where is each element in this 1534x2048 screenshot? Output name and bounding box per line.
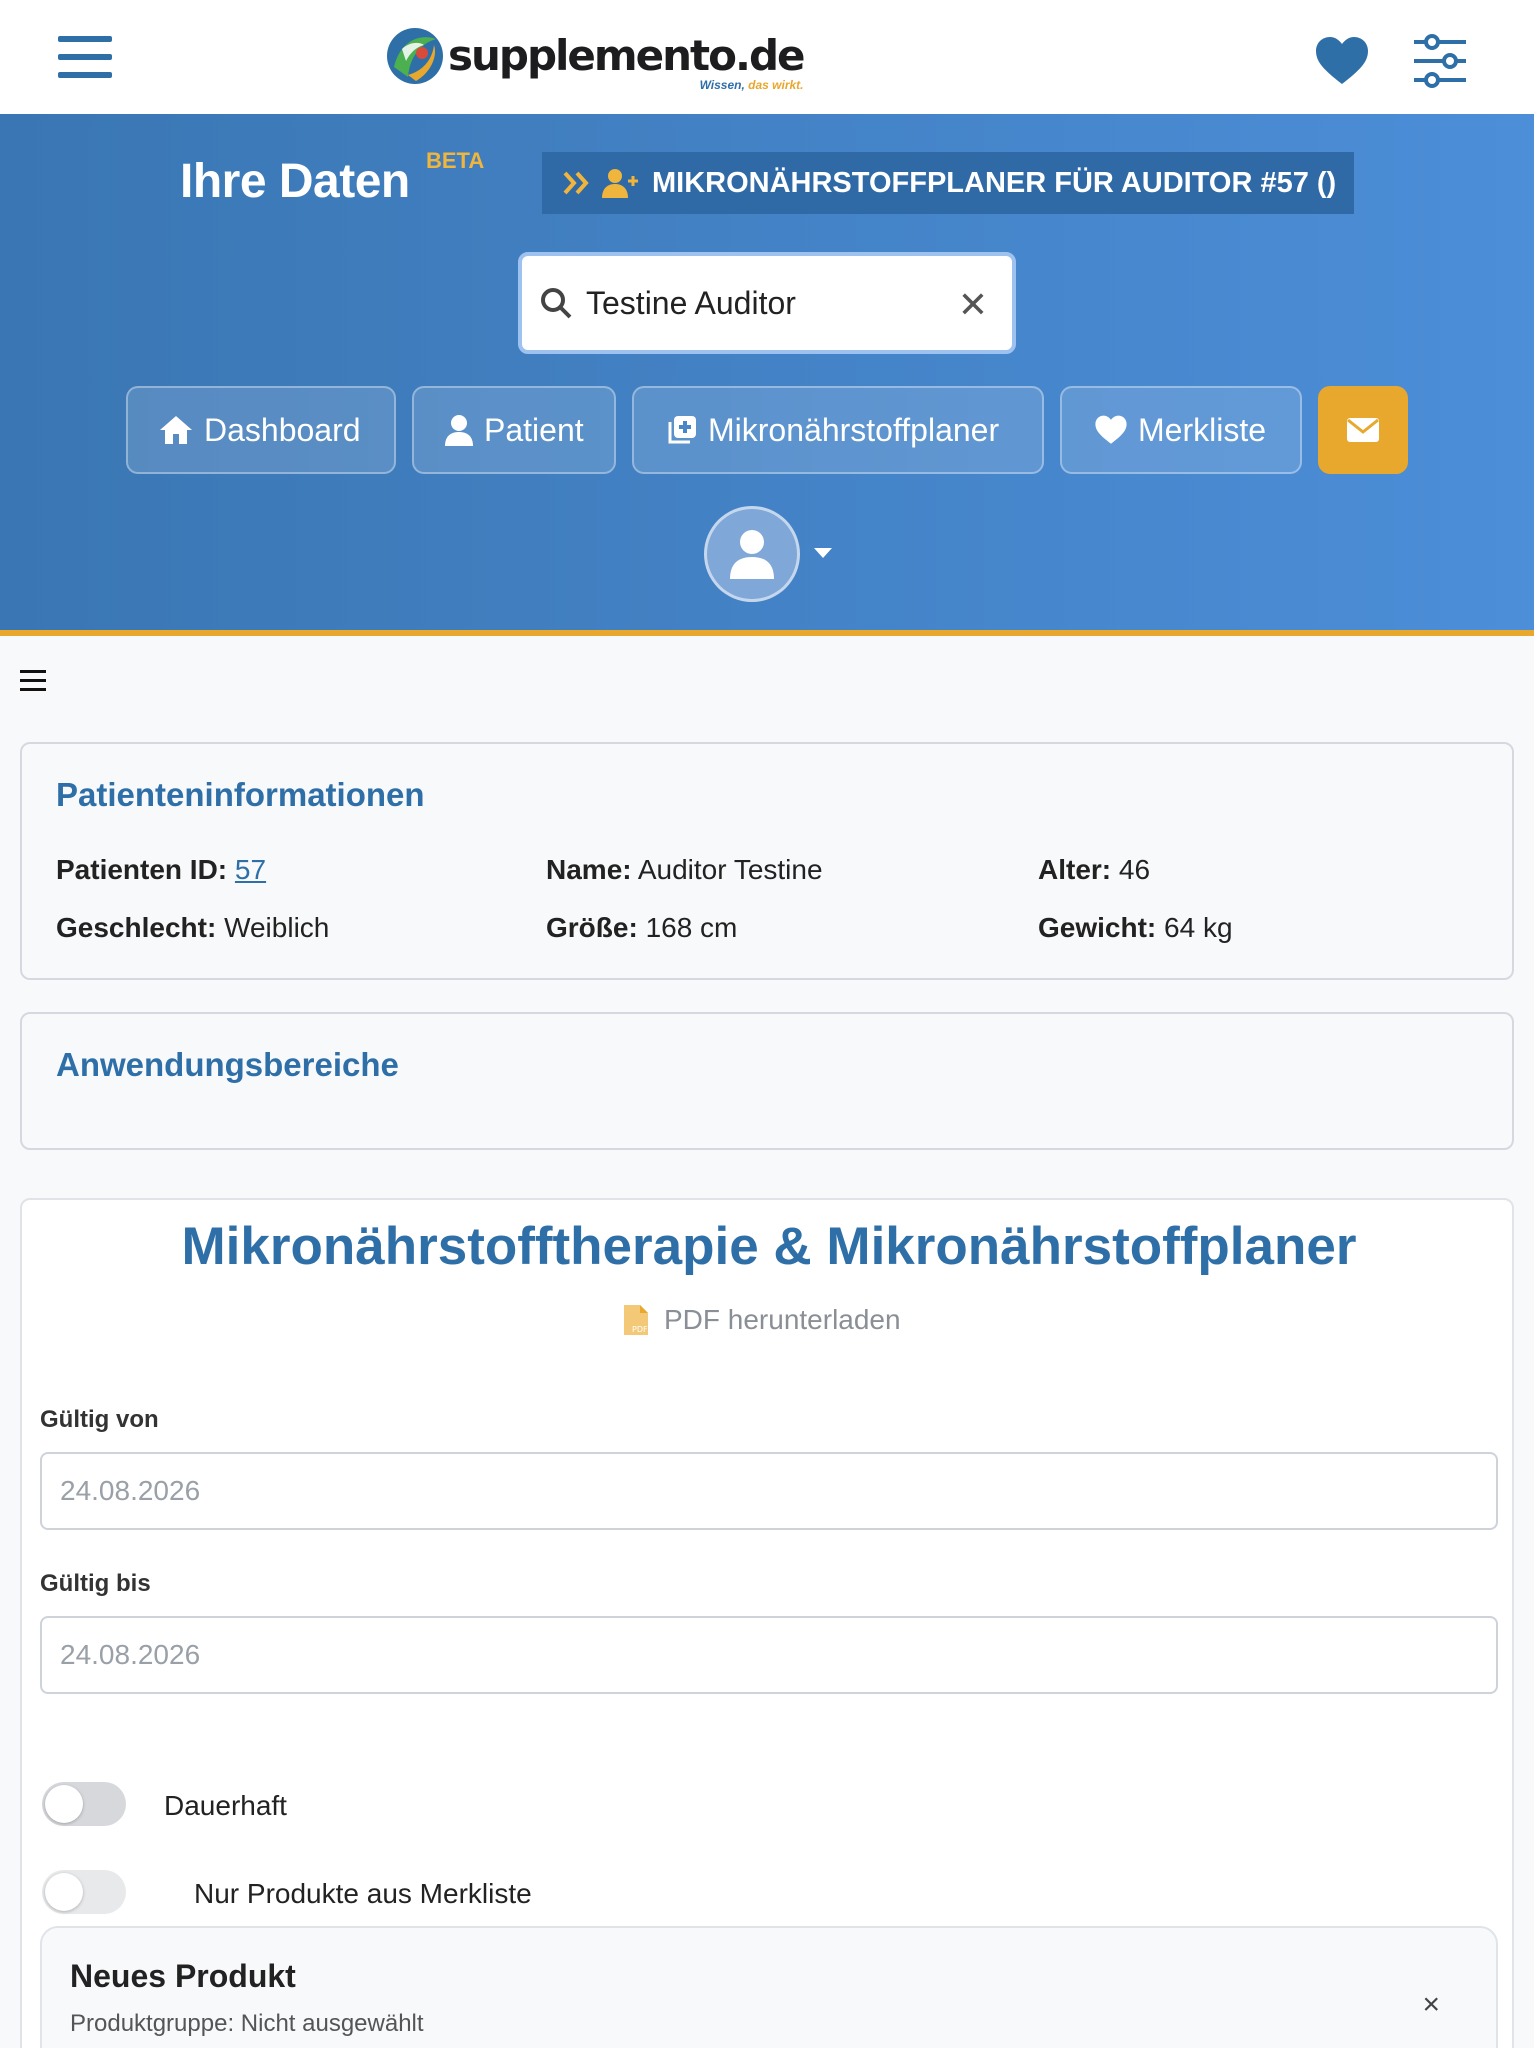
pdf-file-icon: PDF [624,1305,648,1335]
nav-planner-label: Mikronährstoffplaner [708,411,1000,448]
menu-icon[interactable] [58,36,112,78]
medical-plus-icon [668,416,696,444]
nav-merkliste-label: Merkliste [1138,411,1267,448]
logo-name: supplemento.de [448,31,805,80]
valid-from-label: Gültig von [40,1406,159,1433]
patient-weight-field: Gewicht: 64 kg [1038,912,1233,943]
mail-button[interactable] [1318,386,1408,474]
new-product-card: Neues Produkt Produktgruppe: Nicht ausge… [40,1926,1498,2048]
permanent-toggle[interactable] [42,1782,126,1826]
application-areas-title: Anwendungsbereiche [56,1046,399,1083]
planner-title: Mikronährstofftherapie & Mikronährstoffp… [181,1217,1357,1276]
envelope-icon [1347,418,1379,442]
permanent-label: Dauerhaft [164,1790,287,1821]
patient-id-link[interactable]: 57 [235,854,266,885]
patient-name-field: Name: Auditor Testine [546,854,823,885]
page-title: Ihre Daten [180,155,410,208]
main-nav: Dashboard Patient Mikronährstoffplaner M… [0,386,1534,474]
new-product-group: Produktgruppe: Nicht ausgewählt [70,2010,424,2037]
valid-to-label: Gültig bis [40,1570,151,1597]
favorites-heart-icon[interactable] [1314,36,1370,86]
patient-height-field: Größe: 168 cm [546,912,738,943]
new-product-title: Neues Produkt [70,1958,296,1994]
patient-gender-field: Geschlecht: Weiblich [56,912,330,943]
nav-planner-button[interactable]: Mikronährstoffplaner [632,386,1044,474]
nav-patient-button[interactable]: Patient [412,386,616,474]
merkliste-only-toggle[interactable] [42,1870,126,1914]
top-bar: supplemento.de Wissen, das wirkt. [0,0,1534,114]
heart-icon [1095,415,1127,444]
planner-context-label: MIKRONÄHRSTOFFPLANER FÜR AUDITOR #57 () [542,152,1354,214]
svg-text:PDF: PDF [632,1325,648,1334]
patient-id-field: Patienten ID: 57 [56,854,267,885]
sidebar-toggle-icon[interactable] [20,670,46,692]
user-icon [445,415,473,446]
application-areas-card: Anwendungsbereiche [20,1012,1514,1150]
filter-settings-icon[interactable] [1412,34,1468,88]
patient-search-box[interactable]: ✕ [518,252,1016,354]
user-plus-icon [602,169,638,198]
valid-from-input[interactable]: 24.08.2026 [40,1452,1498,1530]
close-product-icon[interactable]: × [1422,1988,1440,2022]
valid-to-input[interactable]: 24.08.2026 [40,1616,1498,1694]
home-icon [160,416,192,444]
double-chevron-right-icon [563,171,589,195]
pdf-download-link[interactable]: PDF PDF herunterladen [622,1304,901,1336]
planner-context-text: MIKRONÄHRSTOFFPLANER FÜR AUDITOR #57 () [652,166,1337,199]
user-avatar-icon [730,530,774,579]
merkliste-only-label: Nur Produkte aus Merkliste [194,1878,532,1909]
nav-patient-label: Patient [484,411,584,448]
hero-banner: Ihre Daten BETA MIKRONÄHRSTOFFPLANER FÜR… [0,114,1534,636]
patient-age-field: Alter: 46 [1038,854,1151,885]
planner-card: Mikronährstofftherapie & Mikronährstoffp… [20,1198,1514,2048]
search-icon [541,288,572,319]
patient-search-input[interactable] [586,284,926,322]
nav-dashboard-label: Dashboard [204,411,361,448]
patient-info-title: Patienteninformationen [56,776,425,813]
clear-search-icon[interactable]: ✕ [958,284,988,326]
user-avatar[interactable] [704,506,800,602]
beta-badge: BETA [426,148,485,173]
nav-merkliste-button[interactable]: Merkliste [1060,386,1302,474]
pdf-download-label: PDF herunterladen [664,1304,901,1335]
logo-mark-icon [386,27,444,85]
nav-dashboard-button[interactable]: Dashboard [126,386,396,474]
caret-down-icon[interactable] [814,548,832,558]
logo[interactable]: supplemento.de Wissen, das wirkt. [386,24,805,92]
patient-info-card: Patienteninformationen Patienten ID: 57 … [20,742,1514,980]
logo-tagline: Wissen, das wirkt. [699,78,804,92]
